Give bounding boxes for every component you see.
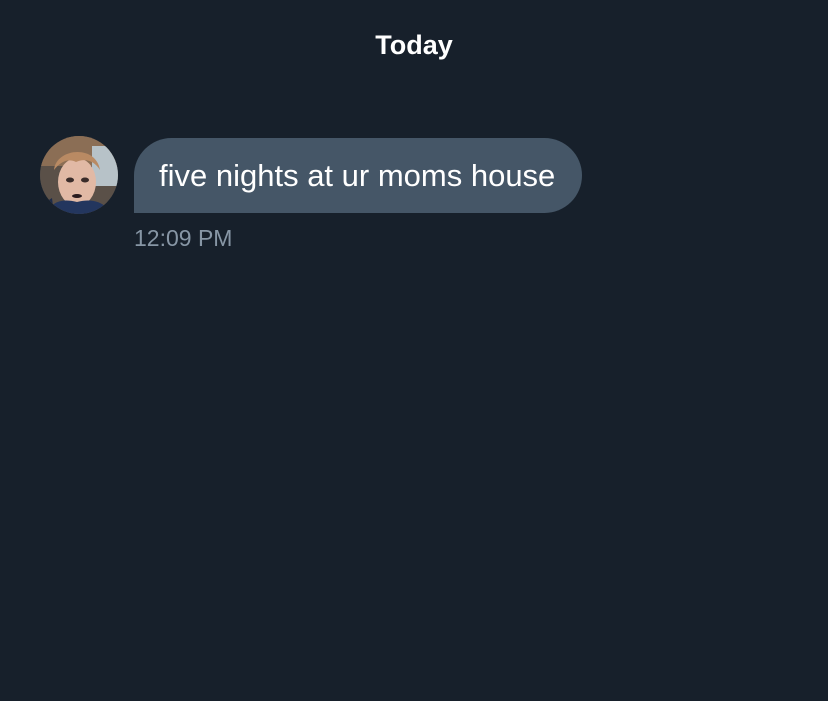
date-divider: Today (375, 30, 453, 60)
message-bubble[interactable]: five nights at ur moms house (134, 138, 583, 213)
avatar[interactable] (40, 136, 118, 214)
avatar-photo (40, 136, 118, 214)
message-text: five nights at ur moms house (159, 158, 556, 193)
message-timestamp: 12:09 PM (134, 225, 233, 251)
